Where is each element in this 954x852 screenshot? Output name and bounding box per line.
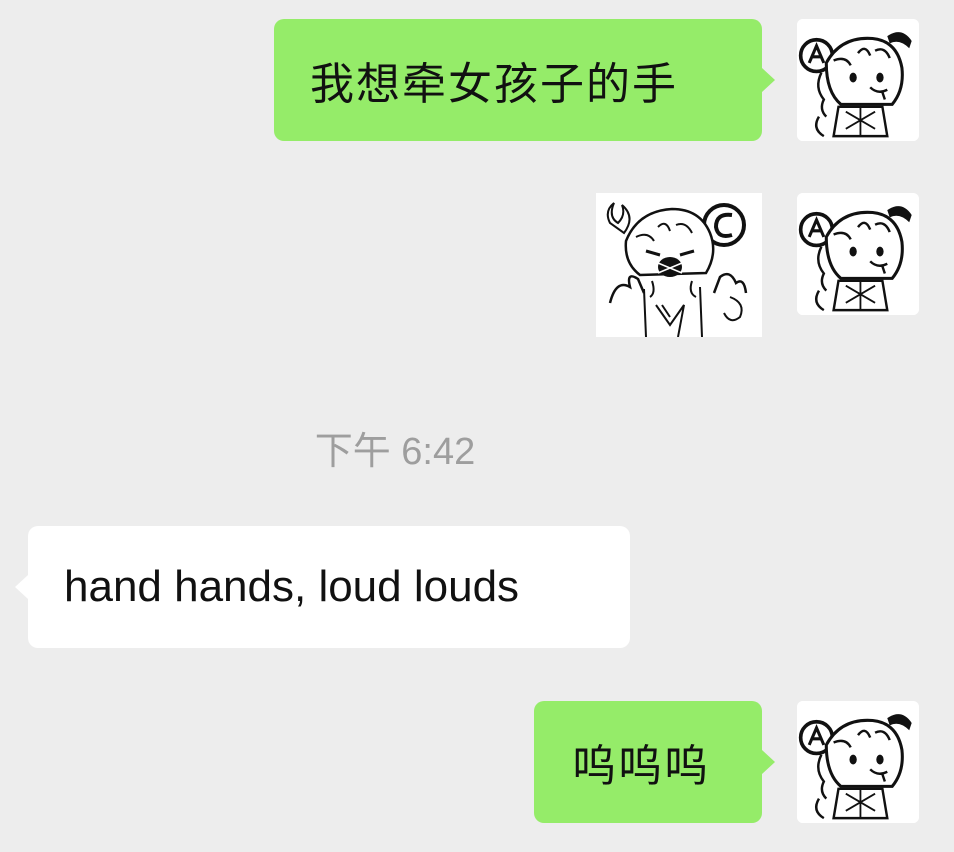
message-timestamp: 下午 6:42 bbox=[314, 431, 476, 473]
message-text: 我想牵女孩子的手 bbox=[310, 59, 678, 110]
sender-avatar[interactable] bbox=[797, 193, 919, 315]
message-text: hand hands, loud louds bbox=[64, 562, 520, 611]
cartoon-girl-avatar-icon bbox=[797, 19, 919, 141]
sender-avatar[interactable] bbox=[797, 701, 919, 823]
bubble-tail bbox=[15, 575, 28, 599]
received-message-bubble[interactable]: hand hands, loud louds bbox=[15, 526, 630, 648]
bubble-tail bbox=[762, 750, 775, 774]
sent-message-bubble[interactable]: 我想牵女孩子的手 bbox=[274, 19, 775, 141]
cartoon-girl-avatar-icon bbox=[797, 701, 919, 823]
cartoon-girl-avatar-icon bbox=[797, 193, 919, 315]
angry-cartoon-girl-sticker-icon bbox=[596, 193, 762, 337]
sent-message-bubble[interactable]: 呜呜呜 bbox=[534, 701, 775, 823]
sent-sticker[interactable] bbox=[596, 193, 762, 337]
message-text: 呜呜呜 bbox=[572, 741, 710, 792]
sender-avatar[interactable] bbox=[797, 19, 919, 141]
bubble-tail bbox=[762, 68, 775, 92]
